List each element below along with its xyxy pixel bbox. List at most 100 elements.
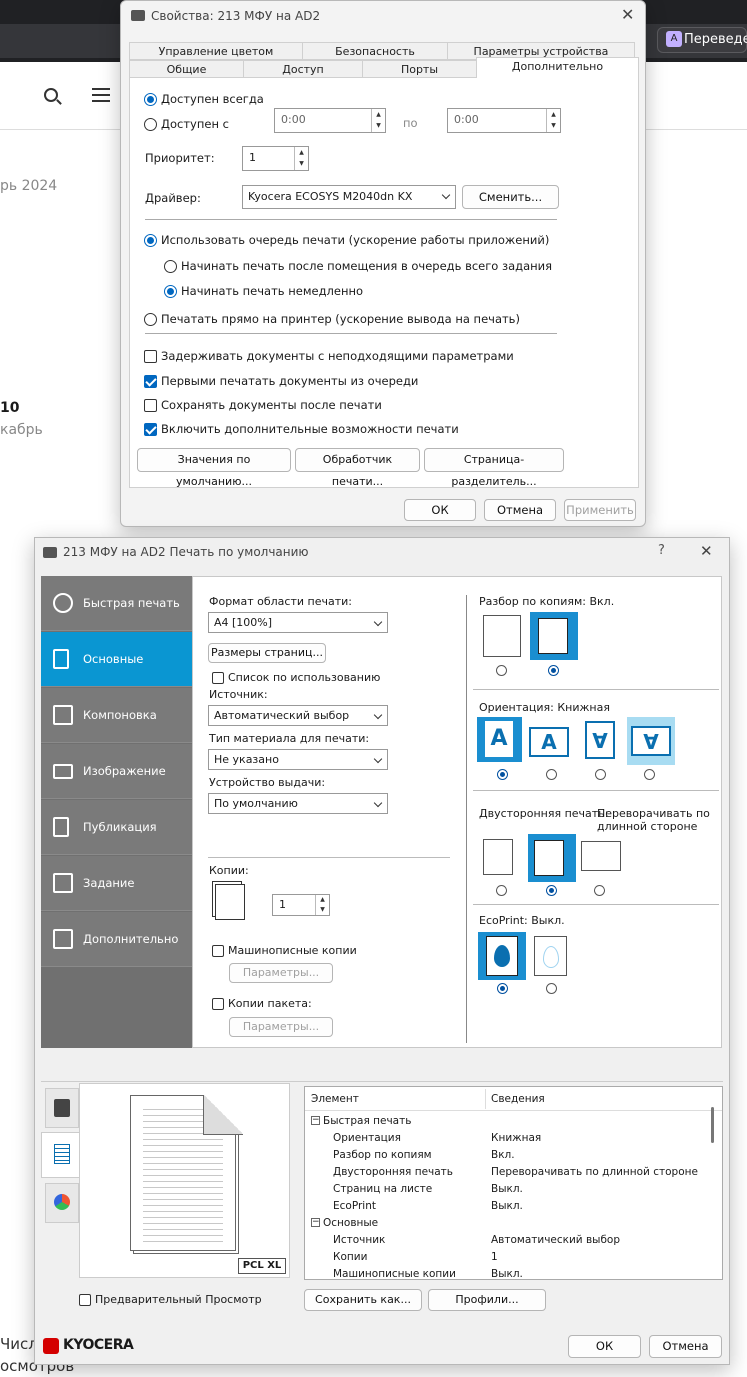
batch-copies-checkbox[interactable] — [212, 998, 224, 1010]
direct-print-radio[interactable] — [144, 313, 157, 326]
orientation-portrait-radio[interactable] — [497, 769, 508, 780]
ecoprint-on-radio[interactable] — [546, 983, 557, 994]
media-type-select[interactable]: Не указано — [208, 749, 388, 770]
tab-ports[interactable]: Порты — [362, 60, 477, 78]
table-row[interactable]: Двусторонняя печать — [333, 1166, 453, 1178]
nav-layout[interactable]: Компоновка — [41, 688, 192, 743]
table-row[interactable]: Копии — [333, 1251, 367, 1263]
image-icon — [53, 764, 73, 779]
table-row[interactable]: Машинописные копии — [333, 1268, 456, 1279]
page-sizes-button[interactable]: Размеры страниц... — [208, 643, 326, 663]
source-select[interactable]: Автоматический выбор — [208, 705, 388, 726]
apply-button[interactable]: Применить — [564, 499, 636, 521]
list-by-use-checkbox[interactable] — [212, 672, 224, 684]
batch-settings-button[interactable]: Параметры... — [229, 1017, 333, 1037]
spool-after-radio[interactable] — [164, 260, 177, 273]
spool-radio[interactable] — [144, 234, 157, 247]
tab-advanced[interactable]: Дополнительно — [476, 57, 639, 79]
collate-off-icon[interactable] — [483, 615, 521, 657]
keep-printed-checkbox[interactable] — [144, 399, 157, 412]
priority-spin[interactable]: ▲ ▼ — [294, 147, 308, 170]
printing-defaults-button[interactable]: Значения по умолчанию... — [137, 448, 291, 488]
available-from-radio[interactable] — [144, 118, 157, 131]
nav-publishing[interactable]: Публикация — [41, 800, 192, 855]
column-header-item[interactable]: Элемент — [311, 1093, 359, 1105]
page-size-select[interactable]: A4 [100%] — [208, 612, 388, 633]
table-group-row[interactable]: Основные — [323, 1217, 378, 1229]
orientation-rotated-portrait-radio[interactable] — [595, 769, 606, 780]
collate-off-radio[interactable] — [496, 665, 507, 676]
collapse-icon[interactable]: − — [311, 1218, 320, 1227]
scrollbar-thumb[interactable] — [711, 1107, 714, 1143]
close-icon[interactable]: ✕ — [700, 542, 713, 560]
ok-button[interactable]: ОК — [568, 1335, 641, 1358]
orientation-rotated-landscape-radio[interactable] — [644, 769, 655, 780]
help-icon[interactable]: ? — [658, 543, 665, 558]
ok-button[interactable]: ОК — [404, 499, 476, 521]
duplex-long-edge-icon[interactable] — [528, 834, 576, 882]
duplex-short-edge-radio[interactable] — [594, 885, 605, 896]
orientation-rotated-landscape-icon[interactable]: A — [627, 717, 675, 765]
orientation-rotated-portrait-icon[interactable]: A — [585, 721, 615, 759]
time-to-field[interactable]: 0:00 — [447, 108, 561, 133]
cancel-button[interactable]: Отмена — [649, 1335, 722, 1358]
orientation-portrait-icon[interactable]: A — [477, 717, 522, 762]
device-tab-icon[interactable] — [45, 1088, 79, 1128]
preview-checkbox[interactable] — [79, 1294, 91, 1306]
time-from-spin[interactable]: ▲ ▼ — [371, 109, 385, 132]
table-row[interactable]: Ориентация — [333, 1132, 401, 1144]
nav-quick-print[interactable]: Быстрая печать — [41, 576, 192, 631]
spooled-first-checkbox[interactable] — [144, 375, 157, 388]
driver-select[interactable]: Kyocera ECOSYS M2040dn KX — [242, 185, 456, 209]
collapse-icon[interactable]: − — [311, 1116, 320, 1125]
time-to-label: по — [403, 116, 418, 130]
table-group-row[interactable]: Быстрая печать — [323, 1115, 411, 1127]
page-size-label: Формат области печати: — [209, 595, 352, 608]
close-icon[interactable]: ✕ — [621, 5, 634, 24]
spool-immediate-radio[interactable] — [164, 285, 177, 298]
cancel-button[interactable]: Отмена — [484, 499, 556, 521]
duplex-off-icon[interactable] — [483, 839, 513, 875]
separator-page-button[interactable]: Страница-разделитель... — [424, 448, 564, 488]
ecoprint-off-icon[interactable] — [478, 932, 526, 980]
collate-on-radio[interactable] — [548, 665, 559, 676]
nav-job[interactable]: Задание — [41, 856, 192, 911]
always-available-radio[interactable] — [144, 93, 157, 106]
ecoprint-off-radio[interactable] — [497, 983, 508, 994]
tab-security[interactable]: Безопасность — [302, 42, 448, 60]
profiles-button[interactable]: Профили... — [428, 1289, 546, 1311]
column-header-details[interactable]: Сведения — [491, 1093, 545, 1105]
output-select[interactable]: По умолчанию — [208, 793, 388, 814]
document-tab-icon[interactable] — [41, 1132, 81, 1178]
duplex-short-edge-icon[interactable] — [581, 841, 621, 871]
duplex-long-edge-radio[interactable] — [546, 885, 557, 896]
orientation-landscape-radio[interactable] — [546, 769, 557, 780]
duplex-off-radio[interactable] — [496, 885, 507, 896]
color-tab-icon[interactable] — [45, 1183, 79, 1223]
print-processor-button[interactable]: Обработчик печати... — [295, 448, 420, 488]
settings-summary-table[interactable]: Элемент Сведения Быстрая печать − Ориентац… — [304, 1086, 723, 1280]
tab-sharing[interactable]: Доступ — [243, 60, 363, 78]
table-row[interactable]: EcoPrint — [333, 1200, 376, 1212]
nav-basic[interactable]: Основные — [41, 632, 192, 687]
table-row[interactable]: Страниц на листе — [333, 1183, 432, 1195]
table-row[interactable]: Источник — [333, 1234, 385, 1246]
tab-general[interactable]: Общие — [129, 60, 244, 78]
menu-icon[interactable] — [92, 88, 110, 102]
change-driver-button[interactable]: Сменить... — [462, 185, 559, 209]
nav-advanced[interactable]: Дополнительно — [41, 912, 192, 967]
ecoprint-on-icon[interactable] — [534, 936, 567, 976]
nav-imaging[interactable]: Изображение — [41, 744, 192, 799]
time-from-field[interactable]: 0:00 — [274, 108, 386, 133]
collate-on-icon[interactable] — [530, 612, 578, 660]
tab-color-management[interactable]: Управление цветом — [129, 42, 303, 60]
mopy-settings-button[interactable]: Параметры... — [229, 963, 333, 983]
save-as-button[interactable]: Сохранить как... — [304, 1289, 422, 1311]
advanced-features-checkbox[interactable] — [144, 423, 157, 436]
time-to-spin[interactable]: ▲ ▼ — [546, 109, 560, 132]
copies-spin[interactable]: ▲ ▼ — [315, 895, 329, 915]
orientation-landscape-icon[interactable]: A — [529, 727, 569, 757]
hold-mismatched-checkbox[interactable] — [144, 350, 157, 363]
table-row[interactable]: Разбор по копиям — [333, 1149, 432, 1161]
mopy-checkbox[interactable] — [212, 945, 224, 957]
